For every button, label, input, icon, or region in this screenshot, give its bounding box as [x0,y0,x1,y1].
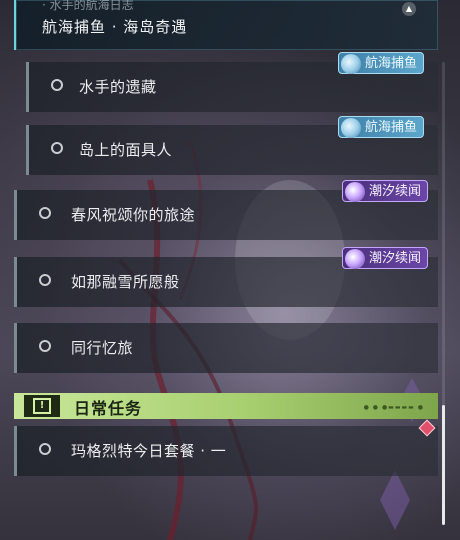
event-tag-fishing: 航海捕鱼 [338,52,425,74]
fishing-event-icon [341,54,361,74]
quest-label: 玛格烈特今日套餐 · 一 [71,442,227,460]
event-tag-tide: 潮汐续闻 [342,180,429,202]
exclamation-icon: ! [33,398,51,414]
quest-status-circle-icon [39,207,51,219]
active-quest-title: 航海捕鱼 · 海岛奇遇 [42,18,188,36]
event-tag-tide: 潮汐续闻 [342,247,429,269]
quest-panel: · 水手的航海日志 航海捕鱼 · 海岛奇遇 ▲ 水手的遗藏 航海捕鱼 岛上的面具… [0,0,460,540]
tide-event-icon [345,249,365,269]
quest-item[interactable]: 同行忆旅 [14,323,438,373]
event-tag-label: 潮汐续闻 [369,184,422,199]
quest-label: 岛上的面具人 [79,141,173,159]
daily-quests-header[interactable]: ! 日常任务 ● ● ●▬▬▬▬ ● [14,393,438,419]
tide-event-icon [345,182,365,202]
quest-status-circle-icon [51,79,63,91]
event-tag-fishing: 航海捕鱼 [338,116,425,138]
chevron-up-icon[interactable]: ▲ [402,2,416,16]
quest-label: 水手的遗藏 [79,78,157,96]
scrollbar-thumb[interactable] [442,405,445,525]
event-tag-label: 航海捕鱼 [365,56,418,71]
active-quest-card[interactable]: · 水手的航海日志 航海捕鱼 · 海岛奇遇 ▲ [14,0,438,50]
event-tag-label: 潮汐续闻 [369,251,422,266]
quest-status-circle-icon [39,340,51,352]
active-quest-subtitle: · 水手的航海日志 [42,0,134,12]
daily-quest-item[interactable]: 玛格烈特今日套餐 · 一 [14,426,438,476]
quest-label: 同行忆旅 [71,339,134,357]
quest-label: 春风祝颂你的旅途 [71,206,196,224]
quest-status-circle-icon [39,274,51,286]
quest-status-circle-icon [39,443,51,455]
quest-status-circle-icon [51,142,63,154]
quest-label: 如那融雪所愿般 [71,273,180,291]
daily-quests-title: 日常任务 [74,399,143,418]
header-decoration: ● ● ●▬▬▬▬ ● [363,404,424,411]
fishing-event-icon [341,118,361,138]
daily-quest-badge: ! [24,395,60,417]
event-tag-label: 航海捕鱼 [365,120,418,135]
